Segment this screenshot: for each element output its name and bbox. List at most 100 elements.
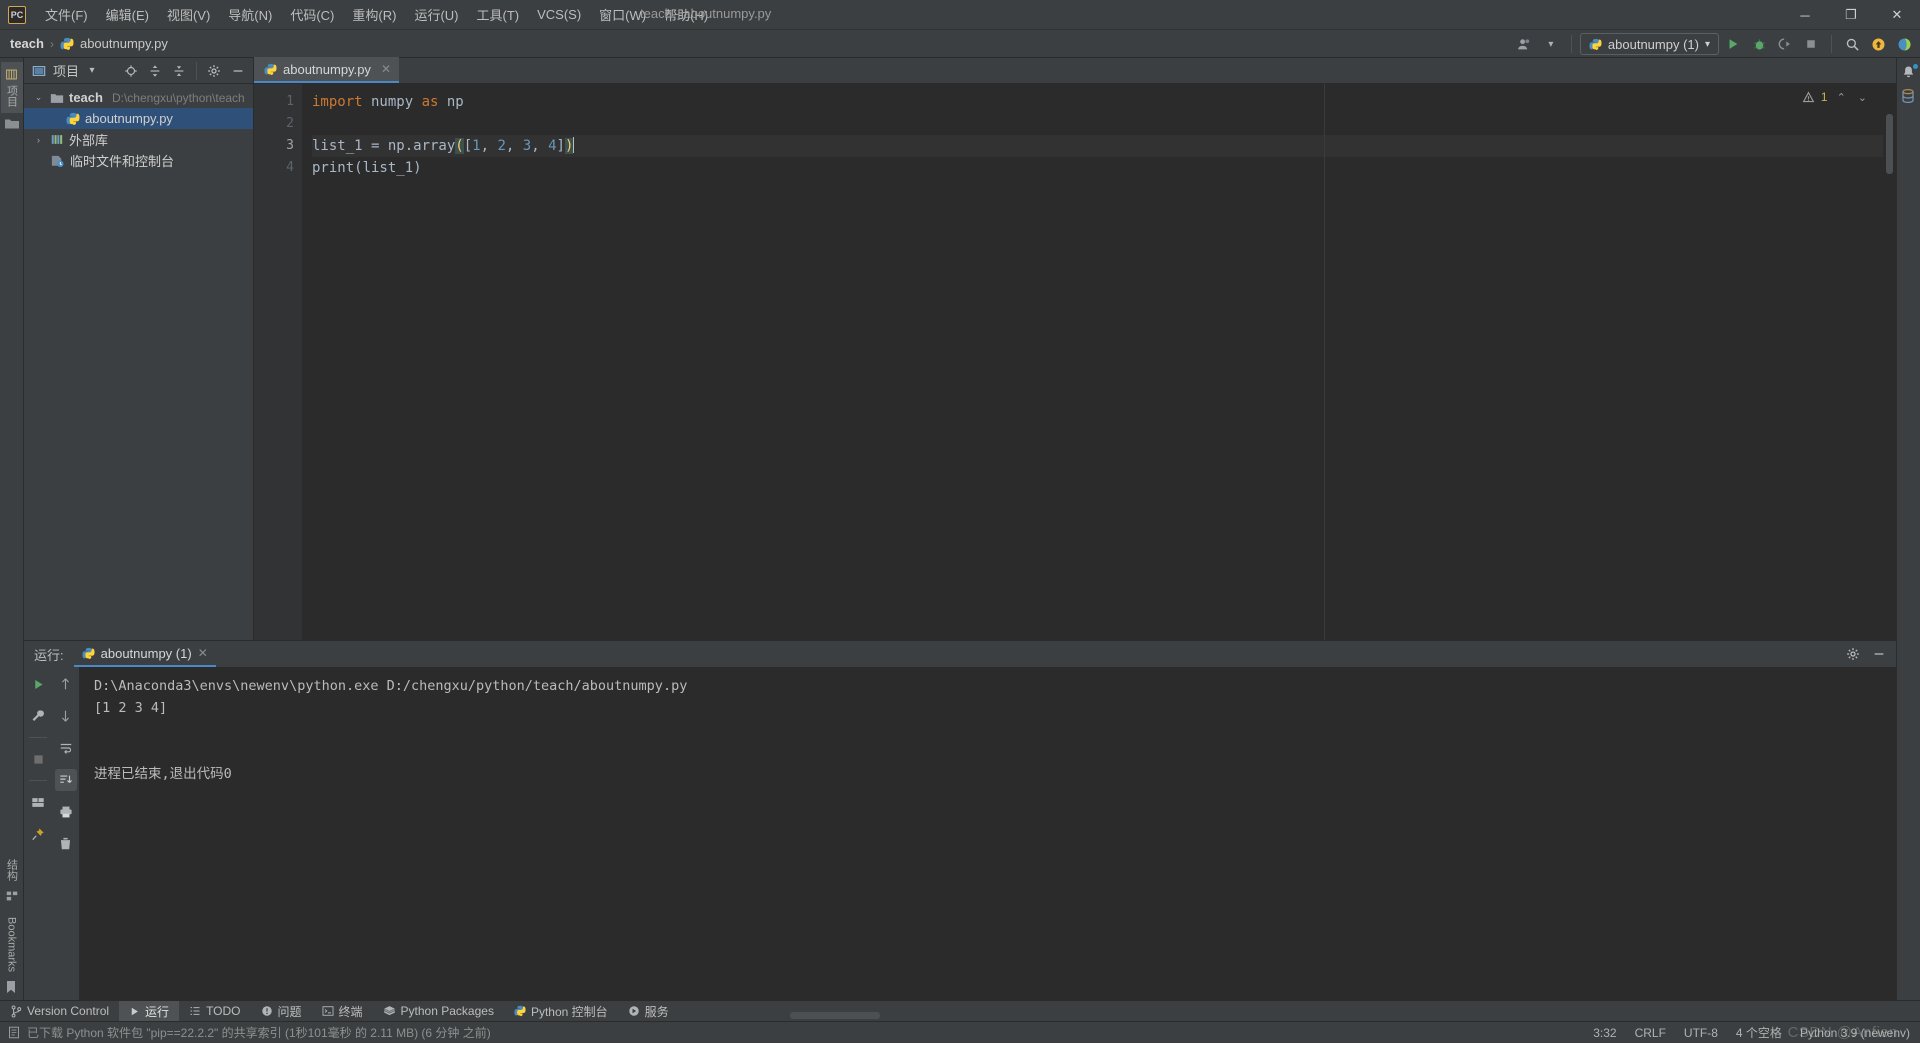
twisty-expanded-icon[interactable]: ⌄ xyxy=(32,92,45,103)
layout-settings-button[interactable] xyxy=(27,791,49,813)
breadcrumb-file[interactable]: aboutnumpy.py xyxy=(80,36,168,51)
run-tab-aboutnumpy[interactable]: aboutnumpy (1) ✕ xyxy=(73,641,216,667)
database-icon[interactable] xyxy=(1900,88,1918,106)
scratches-icon xyxy=(50,154,65,168)
python-interpreter[interactable]: Python 3.9 (newenv) xyxy=(1800,1026,1910,1040)
menu-vcs[interactable]: VCS(S) xyxy=(528,3,590,26)
maximize-button[interactable]: ❐ xyxy=(1828,0,1874,30)
close-icon[interactable]: ✕ xyxy=(198,646,208,660)
run-window-body: D:\Anaconda3\envs\newenv\python.exe D:/c… xyxy=(24,667,1896,1000)
text-caret xyxy=(573,137,575,153)
rerun-button[interactable] xyxy=(27,673,49,695)
library-icon xyxy=(50,133,64,146)
stop-button[interactable] xyxy=(1799,33,1823,55)
caret-position[interactable]: 3:32 xyxy=(1593,1026,1616,1040)
scroll-to-end-button[interactable] xyxy=(54,769,77,791)
toolwindow-problems[interactable]: 问题 xyxy=(251,1001,312,1022)
breadcrumb-root[interactable]: teach xyxy=(10,36,44,51)
event-log-icon[interactable] xyxy=(8,1026,20,1039)
tree-node-teach-path: D:\chengxu\python\teach xyxy=(111,90,245,105)
gear-icon[interactable] xyxy=(1842,644,1864,664)
notifications-button[interactable] xyxy=(1899,62,1919,82)
chevron-up-icon[interactable]: ⌃ xyxy=(1834,91,1849,104)
menu-run[interactable]: 运行(U) xyxy=(405,1,467,28)
tree-node-teach[interactable]: ⌄ teach D:\chengxu\python\teach xyxy=(24,87,253,108)
indent-setting[interactable]: 4 个空格 xyxy=(1736,1024,1782,1041)
hide-panel-icon[interactable] xyxy=(227,61,249,81)
user-account-icon[interactable] xyxy=(1513,33,1537,55)
ide-globe-icon[interactable] xyxy=(1892,33,1916,55)
code-text: numpy xyxy=(362,94,422,110)
tree-node-aboutnumpy[interactable]: aboutnumpy.py xyxy=(24,108,253,129)
project-panel-dropdown-icon[interactable]: ▾ xyxy=(81,61,103,81)
line-separator[interactable]: CRLF xyxy=(1635,1026,1666,1040)
menu-file[interactable]: 文件(F) xyxy=(36,1,97,28)
tree-node-scratches[interactable]: 临时文件和控制台 xyxy=(24,150,253,171)
collapse-all-icon[interactable] xyxy=(168,61,190,81)
menu-refactor[interactable]: 重构(R) xyxy=(343,1,405,28)
toolwindow-todo[interactable]: TODO xyxy=(179,1001,250,1022)
tree-node-external-libraries[interactable]: › 外部库 xyxy=(24,129,253,150)
title-bar: PC 文件(F) 编辑(E) 视图(V) 导航(N) 代码(C) 重构(R) 运… xyxy=(0,0,1920,30)
toolwindow-python-packages[interactable]: Python Packages xyxy=(373,1001,504,1022)
tree-node-aboutnumpy-label: aboutnumpy.py xyxy=(85,111,173,126)
folder-stripe-icon[interactable] xyxy=(4,117,20,131)
menu-navigate[interactable]: 导航(N) xyxy=(219,1,281,28)
bracket-highlight-open: ( xyxy=(455,138,464,154)
print-button[interactable] xyxy=(55,801,77,823)
minimize-button[interactable]: ─ xyxy=(1782,0,1828,30)
structure-stripe-icon xyxy=(5,889,19,903)
update-project-icon[interactable] xyxy=(1866,33,1890,55)
toolwindow-version-control[interactable]: Version Control xyxy=(0,1001,119,1022)
menu-edit[interactable]: 编辑(E) xyxy=(97,1,158,28)
expand-all-icon[interactable] xyxy=(144,61,166,81)
clear-all-button[interactable] xyxy=(55,833,77,855)
pin-tab-button[interactable] xyxy=(27,823,49,845)
tool-window-bar: Version Control 运行 TODO 问题 终端 Python Pac… xyxy=(0,1000,1920,1022)
toolwindow-run[interactable]: 运行 xyxy=(119,1000,180,1022)
menu-tools[interactable]: 工具(T) xyxy=(467,1,528,28)
down-the-stack-button[interactable] xyxy=(55,705,77,727)
select-opened-file-icon[interactable] xyxy=(120,61,142,81)
project-stripe-icon xyxy=(5,68,18,81)
packages-icon xyxy=(383,1005,396,1017)
menu-code[interactable]: 代码(C) xyxy=(281,1,343,28)
scrollbar-thumb[interactable] xyxy=(1886,114,1893,174)
debug-button[interactable] xyxy=(1747,33,1771,55)
toolwindow-python-console[interactable]: Python 控制台 xyxy=(504,1001,618,1022)
close-button[interactable]: ✕ xyxy=(1874,0,1920,30)
stripe-tab-project[interactable]: 项目 xyxy=(0,62,23,113)
toolwindow-services-label: 服务 xyxy=(644,1004,669,1019)
close-icon[interactable]: ✕ xyxy=(381,62,391,76)
status-message: 已下载 Python 软件包 "pip==22.2.2" 的共享索引 (1秒10… xyxy=(27,1026,491,1040)
gear-icon[interactable] xyxy=(203,61,225,81)
toolwindow-terminal[interactable]: 终端 xyxy=(312,1001,373,1022)
menu-view[interactable]: 视图(V) xyxy=(158,1,219,28)
soft-wrap-button[interactable] xyxy=(55,737,77,759)
code-text: , xyxy=(531,138,549,154)
run-console-output[interactable]: D:\Anaconda3\envs\newenv\python.exe D:/c… xyxy=(80,667,1896,1000)
toolwindow-python-packages-label: Python Packages xyxy=(400,1004,494,1018)
toolbar-divider-2 xyxy=(1831,35,1832,53)
stripe-tab-structure[interactable]: 结构 xyxy=(1,853,23,887)
chevron-down-icon[interactable]: ⌄ xyxy=(1855,91,1870,104)
toolwindow-services[interactable]: 服务 xyxy=(618,1001,679,1022)
run-button[interactable] xyxy=(1721,33,1745,55)
stripe-tab-bookmarks[interactable]: Bookmarks xyxy=(3,911,21,978)
up-the-stack-button[interactable] xyxy=(55,673,77,695)
inspection-widget[interactable]: 1 ⌃ ⌄ xyxy=(1802,90,1870,104)
python-file-icon-runtab xyxy=(82,647,95,660)
run-with-coverage-button[interactable] xyxy=(1773,33,1797,55)
twisty-collapsed-icon[interactable]: › xyxy=(32,135,45,145)
horizontal-scrollbar-thumb[interactable] xyxy=(790,1012,880,1019)
search-icon[interactable] xyxy=(1840,33,1864,55)
run-tab-label: aboutnumpy (1) xyxy=(100,645,192,661)
run-icon xyxy=(129,1006,140,1017)
user-account-dropdown-icon[interactable]: ▾ xyxy=(1539,33,1563,55)
edit-configuration-button[interactable] xyxy=(27,705,49,727)
editor-tab-aboutnumpy[interactable]: aboutnumpy.py ✕ xyxy=(254,57,399,83)
stop-process-button[interactable] xyxy=(27,748,49,770)
file-encoding[interactable]: UTF-8 xyxy=(1684,1026,1718,1040)
hide-panel-icon[interactable] xyxy=(1868,644,1890,664)
run-configuration-selector[interactable]: aboutnumpy (1) ▾ xyxy=(1579,33,1719,55)
